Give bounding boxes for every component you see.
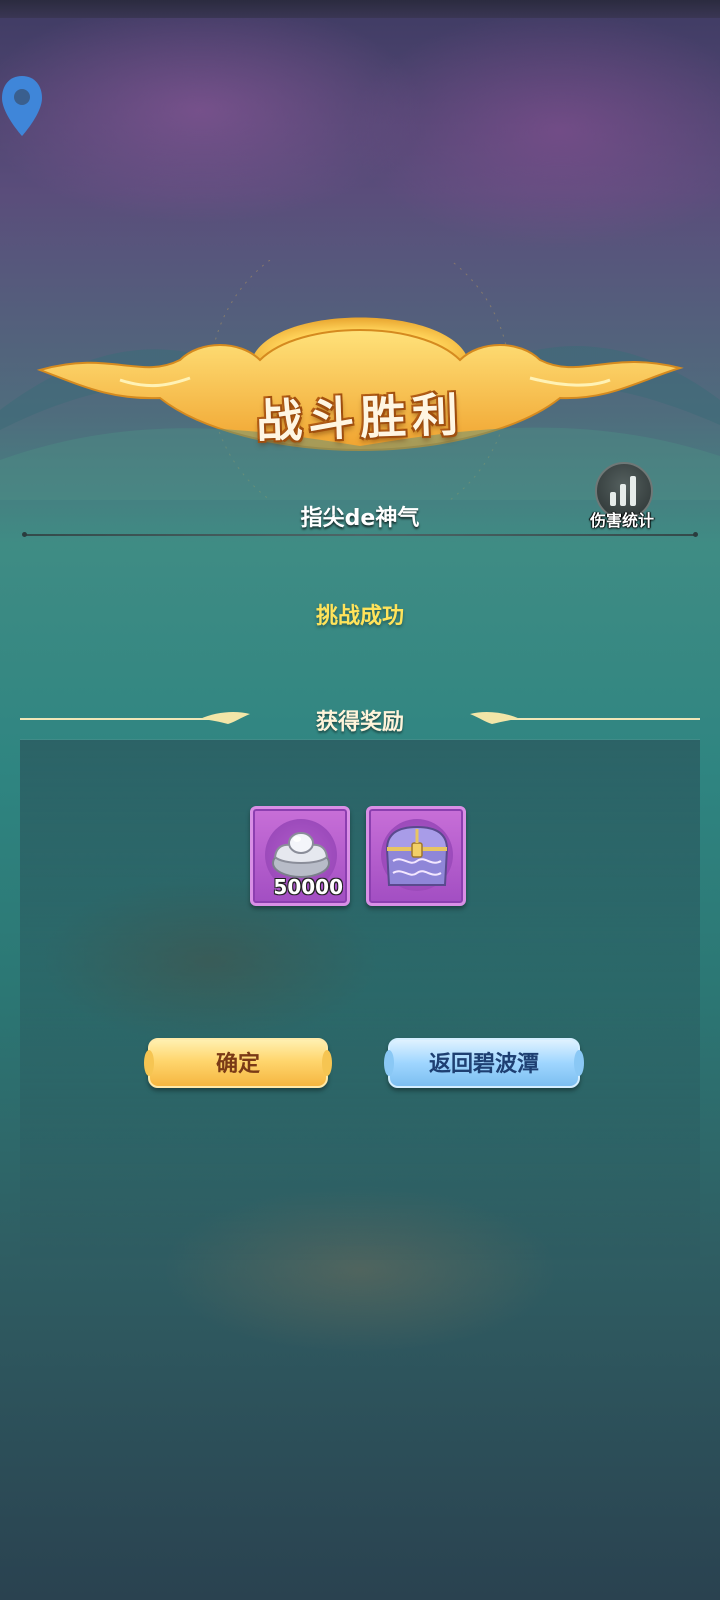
confirm-button[interactable]: 确定 <box>144 1038 332 1088</box>
rewards-title: 获得奖励 <box>315 710 404 735</box>
name-divider <box>22 532 698 537</box>
reward-item-silver[interactable]: 50000 <box>250 806 350 906</box>
treasure-chest-icon <box>385 825 449 886</box>
reward-item-chest[interactable] <box>366 806 466 906</box>
challenge-status: 挑战成功 <box>315 604 404 629</box>
top-status-strip <box>0 0 720 18</box>
return-to-bibo-pond-button[interactable]: 返回碧波潭 <box>384 1038 584 1088</box>
reward-panel <box>20 739 700 1260</box>
damage-stats-button[interactable]: 伤害统计 <box>578 462 666 532</box>
damage-stats-label: 伤害统计 <box>589 511 654 530</box>
map-pin-icon[interactable] <box>0 74 48 142</box>
reward-count: 50000 <box>273 875 343 899</box>
